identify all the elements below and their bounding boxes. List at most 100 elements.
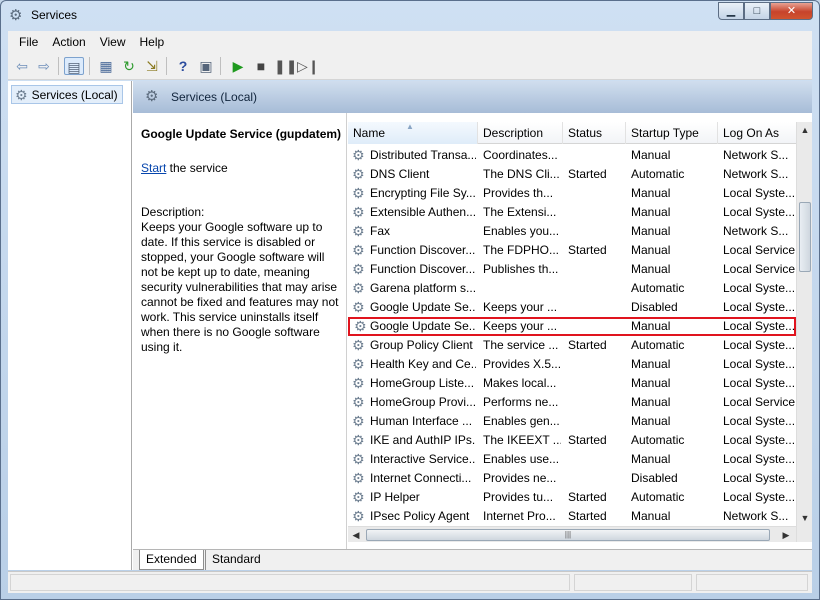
table-row[interactable]: ⚙ Internet Connecti... Provides ne... Disab…: [348, 469, 796, 488]
scroll-right-icon[interactable]: ▶: [778, 527, 794, 543]
cell-startup: Automatic: [631, 338, 685, 352]
show-hide-tree-icon[interactable]: ▤: [64, 57, 84, 75]
restart-service-icon[interactable]: ▷❙: [297, 57, 320, 75]
vertical-scroll-thumb[interactable]: [799, 202, 811, 272]
table-row[interactable]: ⚙ Google Update Se... Keeps your ... Disabl…: [348, 298, 796, 317]
toolbar-separator: [220, 57, 221, 75]
properties-icon[interactable]: ▦: [96, 57, 116, 75]
table-row[interactable]: ⚙ HomeGroup Provi... Performs ne... Manual L…: [348, 393, 796, 412]
table-row[interactable]: ⚙ Health Key and Ce... Provides X.5... Manu…: [348, 355, 796, 374]
gear-icon: ⚙: [15, 86, 28, 103]
table-row[interactable]: ⚙ Distributed Transa... Coordinates... Manu…: [348, 146, 796, 165]
back-arrow-icon[interactable]: ⇦: [12, 57, 32, 75]
gear-icon: ⚙: [352, 223, 365, 239]
tree-item-services-local[interactable]: ⚙ Services (Local): [11, 85, 123, 104]
table-row[interactable]: ⚙ Function Discover... Publishes th... Manu…: [348, 260, 796, 279]
column-log-on-as[interactable]: Log On As: [718, 122, 796, 144]
cell-logon: Network S...: [723, 148, 789, 162]
cell-description: Enables you...: [483, 224, 560, 238]
maximize-button[interactable]: □: [744, 2, 770, 20]
scroll-up-icon[interactable]: ▲: [797, 122, 812, 138]
services-list: ▲ Name Description Status Startup Type Lo…: [348, 113, 812, 549]
table-row[interactable]: ⚙ IKE and AuthIP IPs... The IKEEXT ... Star…: [348, 431, 796, 450]
vertical-scrollbar[interactable]: ▲ ▼: [796, 122, 812, 542]
gear-icon: ⚙: [352, 280, 365, 296]
export-list-icon[interactable]: ⇲: [142, 57, 162, 75]
stop-service-icon[interactable]: ■: [251, 57, 271, 75]
table-row[interactable]: ⚙ IPsec Policy Agent Internet Pro... Starte…: [348, 507, 796, 526]
status-segment: [574, 574, 692, 591]
cell-startup: Manual: [631, 414, 671, 428]
tab-extended[interactable]: Extended: [139, 550, 204, 570]
scroll-left-icon[interactable]: ◀: [348, 527, 364, 543]
cell-description: The IKEEXT ...: [483, 433, 561, 447]
console-tree: ⚙ Services (Local): [8, 81, 132, 570]
menu-view[interactable]: View: [93, 35, 133, 49]
gear-icon: ⚙: [352, 451, 365, 467]
cell-name: Function Discover...: [370, 262, 476, 276]
pause-service-icon[interactable]: ❚❚: [274, 57, 297, 75]
cell-startup: Manual: [631, 357, 671, 371]
action-pane-icon[interactable]: ▣: [196, 57, 216, 75]
cell-startup: Automatic: [631, 167, 685, 181]
start-service-link[interactable]: Start: [141, 161, 166, 175]
menu-bar: File Action View Help: [8, 31, 812, 53]
gear-icon: ⚙: [352, 299, 365, 315]
minimize-button[interactable]: ▁: [718, 2, 744, 20]
table-row[interactable]: ⚙ Human Interface ... Enables gen... Manual…: [348, 412, 796, 431]
cell-description: Makes local...: [483, 376, 557, 390]
column-status[interactable]: Status: [563, 122, 626, 144]
panel-title: Services (Local): [171, 90, 258, 104]
cell-name: Function Discover...: [370, 243, 476, 257]
horizontal-scroll-thumb[interactable]: |||: [366, 529, 770, 541]
table-row[interactable]: ⚙ HomeGroup Liste... Makes local... Manual L…: [348, 374, 796, 393]
table-row[interactable]: ⚙ DNS Client The DNS Cli... Started Automati…: [348, 165, 796, 184]
cell-description: Performs ne...: [483, 395, 559, 409]
status-segment: [696, 574, 808, 591]
cell-description: Provides th...: [483, 186, 554, 200]
gear-icon: ⚙: [352, 432, 365, 448]
gear-icon: ⚙: [145, 88, 159, 105]
table-row[interactable]: ⚙ Extensible Authen... The Extensi... Manua…: [348, 203, 796, 222]
list-header: ▲ Name Description Status Startup Type Lo…: [348, 122, 796, 144]
gear-icon: ⚙: [352, 204, 365, 220]
column-description[interactable]: Description: [478, 122, 563, 144]
cell-description: Coordinates...: [483, 148, 558, 162]
table-row[interactable]: ⚙ Fax Enables you... Manual Network S...: [348, 222, 796, 241]
horizontal-scrollbar[interactable]: ◀ ||| ▶: [348, 526, 796, 542]
table-row[interactable]: ⚙ Interactive Service... Enables use... Man…: [348, 450, 796, 469]
close-button[interactable]: ✕: [770, 2, 813, 20]
gear-icon: ⚙: [352, 508, 365, 524]
view-tabs: Extended Standard: [133, 549, 812, 570]
column-startup-type[interactable]: Startup Type: [626, 122, 718, 144]
cell-startup: Disabled: [631, 471, 678, 485]
cell-logon: Local Syste...: [723, 471, 796, 485]
cell-name: Google Update Se...: [370, 319, 476, 333]
title-bar[interactable]: ⚙ Services ▁ □ ✕: [1, 1, 819, 30]
column-name[interactable]: ▲ Name: [348, 122, 478, 144]
services-gear-icon: ⚙: [9, 7, 23, 24]
cell-logon: Local Syste...: [723, 300, 796, 314]
scroll-down-icon[interactable]: ▼: [797, 510, 812, 526]
table-row-selected[interactable]: ⚙ Google Update Se... Keeps your ... Manual…: [348, 317, 796, 336]
start-service-icon[interactable]: ▶: [228, 57, 248, 75]
table-row[interactable]: ⚙ Function Discover... The FDPHO... Started…: [348, 241, 796, 260]
table-row[interactable]: ⚙ Garena platform s... Automatic Local Syst…: [348, 279, 796, 298]
cell-name: HomeGroup Liste...: [370, 376, 475, 390]
table-row[interactable]: ⚙ Group Policy Client The service ... Start…: [348, 336, 796, 355]
refresh-icon[interactable]: ↻: [119, 57, 139, 75]
menu-help[interactable]: Help: [133, 35, 172, 49]
help-icon[interactable]: ?: [173, 57, 193, 75]
cell-name: Human Interface ...: [370, 414, 473, 428]
cell-status: Started: [568, 338, 607, 352]
menu-action[interactable]: Action: [45, 35, 92, 49]
forward-arrow-icon[interactable]: ⇨: [34, 57, 54, 75]
cell-name: DNS Client: [370, 167, 430, 181]
table-row[interactable]: ⚙ IP Helper Provides tu... Started Automatic…: [348, 488, 796, 507]
menu-file[interactable]: File: [12, 35, 45, 49]
gear-icon: ⚙: [352, 147, 365, 163]
tab-standard[interactable]: Standard: [205, 550, 267, 570]
cell-startup: Manual: [631, 148, 671, 162]
gear-icon: ⚙: [354, 318, 367, 334]
table-row[interactable]: ⚙ Encrypting File Sy... Provides th... Manu…: [348, 184, 796, 203]
